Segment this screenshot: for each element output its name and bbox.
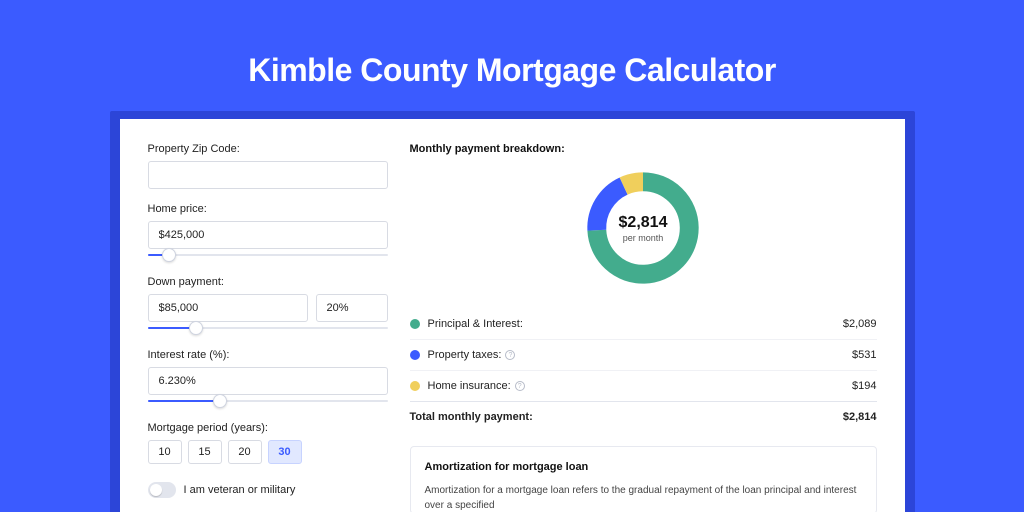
- breakdown-label: Home insurance: ?: [428, 380, 525, 392]
- down-payment-input[interactable]: [148, 294, 308, 322]
- donut-sub: per month: [623, 233, 664, 243]
- total-label: Total monthly payment:: [410, 411, 533, 423]
- period-option-15[interactable]: 15: [188, 440, 222, 464]
- breakdown-column: Monthly payment breakdown: $2,814 per mo…: [410, 143, 877, 512]
- interest-slider[interactable]: [148, 394, 388, 408]
- breakdown-value: $531: [852, 349, 876, 361]
- donut-center: $2,814 per month: [582, 167, 704, 289]
- amortization-text: Amortization for a mortgage loan refers …: [425, 483, 862, 512]
- down-payment-group: Down payment:: [148, 276, 388, 335]
- breakdown-row: Property taxes: ? $531: [410, 339, 877, 370]
- veteran-toggle[interactable]: [148, 482, 176, 498]
- legend-dot: [410, 381, 420, 391]
- home-price-slider[interactable]: [148, 248, 388, 262]
- period-option-10[interactable]: 10: [148, 440, 182, 464]
- slider-thumb[interactable]: [189, 321, 203, 335]
- home-price-group: Home price:: [148, 203, 388, 262]
- zip-label: Property Zip Code:: [148, 143, 388, 155]
- info-icon[interactable]: ?: [505, 350, 515, 360]
- breakdown-value: $194: [852, 380, 876, 392]
- donut-amount: $2,814: [619, 214, 668, 232]
- breakdown-label: Principal & Interest:: [428, 318, 523, 330]
- period-options: 10152030: [148, 440, 388, 464]
- breakdown-title: Monthly payment breakdown:: [410, 143, 877, 155]
- slider-thumb[interactable]: [213, 394, 227, 408]
- home-price-label: Home price:: [148, 203, 388, 215]
- donut-chart: $2,814 per month: [582, 167, 704, 289]
- interest-label: Interest rate (%):: [148, 349, 388, 361]
- amortization-title: Amortization for mortgage loan: [425, 461, 862, 473]
- inputs-column: Property Zip Code: Home price: Down paym…: [148, 143, 388, 512]
- page-title: Kimble County Mortgage Calculator: [248, 52, 776, 89]
- slider-thumb[interactable]: [162, 248, 176, 262]
- breakdown-value: $2,089: [843, 318, 877, 330]
- total-value: $2,814: [843, 411, 877, 423]
- down-payment-slider[interactable]: [148, 321, 388, 335]
- period-group: Mortgage period (years): 10152030: [148, 422, 388, 464]
- slider-fill: [148, 400, 220, 402]
- breakdown-row: Principal & Interest: $2,089: [410, 309, 877, 339]
- breakdown-label: Property taxes: ?: [428, 349, 516, 361]
- zip-input[interactable]: [148, 161, 388, 189]
- veteran-row: I am veteran or military: [148, 482, 388, 498]
- down-payment-pct-input[interactable]: [316, 294, 388, 322]
- period-option-20[interactable]: 20: [228, 440, 262, 464]
- period-label: Mortgage period (years):: [148, 422, 388, 434]
- veteran-label: I am veteran or military: [184, 484, 296, 496]
- breakdown-row: Home insurance: ? $194: [410, 370, 877, 401]
- amortization-card: Amortization for mortgage loan Amortizat…: [410, 446, 877, 512]
- legend-dot: [410, 319, 420, 329]
- donut-wrap: $2,814 per month: [410, 167, 877, 289]
- info-icon[interactable]: ?: [515, 381, 525, 391]
- zip-group: Property Zip Code:: [148, 143, 388, 189]
- breakdown-total-row: Total monthly payment: $2,814: [410, 401, 877, 432]
- slider-track: [148, 254, 388, 256]
- interest-input[interactable]: [148, 367, 388, 395]
- period-option-30[interactable]: 30: [268, 440, 302, 464]
- calculator-card: Property Zip Code: Home price: Down paym…: [120, 119, 905, 512]
- legend-dot: [410, 350, 420, 360]
- line-items: Principal & Interest: $2,089 Property taxe…: [410, 309, 877, 432]
- interest-group: Interest rate (%):: [148, 349, 388, 408]
- down-payment-label: Down payment:: [148, 276, 388, 288]
- card-shadow: Property Zip Code: Home price: Down paym…: [110, 111, 915, 512]
- home-price-input[interactable]: [148, 221, 388, 249]
